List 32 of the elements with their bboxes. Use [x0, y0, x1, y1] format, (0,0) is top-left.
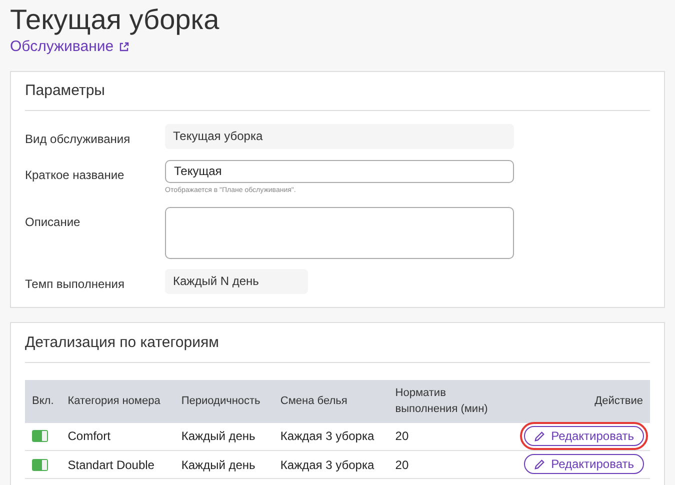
table-cell: 20 — [388, 422, 508, 450]
field-label: Темп выполнения — [25, 276, 126, 292]
table-cell: Standart Double — [60, 450, 174, 478]
column-header: Вкл. — [25, 380, 61, 422]
card-title: Детализация по категориям — [25, 332, 650, 362]
field-label: Описание — [25, 214, 82, 230]
table-cell: 20 — [388, 450, 508, 478]
table-cell: Каждый день — [174, 450, 274, 478]
textarea-field[interactable] — [165, 206, 514, 258]
column-header: Действие — [508, 380, 650, 422]
table-cell: Каждый день — [174, 422, 274, 450]
column-header: Категория номера — [60, 380, 174, 422]
toggle-switch[interactable] — [32, 458, 48, 470]
table-cell: Каждая 3 уборка — [273, 422, 388, 450]
field-label: Вид обслуживания — [25, 130, 132, 148]
readonly-field: Текущая уборка — [165, 124, 514, 148]
pencil-icon — [534, 430, 546, 442]
service-link[interactable]: Обслуживание — [10, 36, 114, 58]
page-title: Текущая уборка — [10, 4, 220, 36]
column-header: Смена белья — [273, 380, 388, 422]
card-title: Параметры — [25, 80, 650, 110]
table-cell: Comfort — [60, 422, 174, 450]
column-header: Периодичность — [174, 380, 274, 422]
table-cell: Каждая 3 уборка — [273, 450, 388, 478]
external-link-icon — [118, 42, 129, 52]
field-label: Краткое название — [25, 166, 126, 184]
toggle-switch[interactable] — [32, 430, 48, 442]
readonly-field: Каждый N день — [165, 268, 308, 294]
pencil-icon — [534, 458, 546, 470]
column-header: Норматив выполнения (мин) — [388, 380, 508, 422]
input-field[interactable]: Текущая — [165, 160, 514, 182]
edit-button[interactable]: Редактировать — [524, 454, 644, 474]
